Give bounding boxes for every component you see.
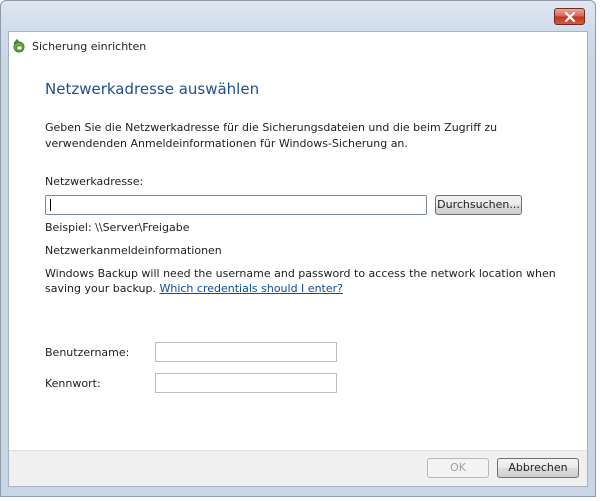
text-caret	[50, 199, 51, 211]
dialog-footer: OK Abbrechen	[9, 450, 587, 486]
network-address-label: Netzwerkadresse:	[45, 175, 144, 188]
credentials-section-label: Netzwerkanmeldeinformationen	[45, 244, 222, 257]
username-input[interactable]	[155, 342, 337, 362]
page-heading: Netzwerkadresse auswählen	[45, 80, 260, 98]
close-icon	[564, 11, 575, 22]
wizard-title: Sicherung einrichten	[32, 39, 147, 53]
credentials-help-link[interactable]: Which credentials should I enter?	[159, 282, 343, 295]
password-label: Kennwort:	[45, 377, 101, 390]
example-text: Beispiel: \\Server\Freigabe	[45, 221, 190, 234]
page-description: Geben Sie die Netzwerkadresse für die Si…	[45, 121, 498, 150]
username-label: Benutzername:	[45, 346, 130, 359]
ok-button[interactable]: OK	[427, 458, 489, 478]
cancel-button[interactable]: Abbrechen	[497, 458, 579, 478]
dialog-client-area: Sicherung einrichten Netzwerkadresse aus…	[8, 31, 588, 487]
backup-icon	[13, 38, 25, 53]
browse-button[interactable]: Durchsuchen...	[435, 195, 522, 215]
dialog-window: Sicherung einrichten Netzwerkadresse aus…	[0, 0, 596, 497]
network-address-input[interactable]	[45, 195, 427, 215]
close-button[interactable]	[554, 8, 585, 25]
password-input[interactable]	[155, 373, 337, 393]
wizard-header: Sicherung einrichten	[9, 32, 587, 60]
credentials-info: Windows Backup will need the username an…	[45, 266, 560, 296]
